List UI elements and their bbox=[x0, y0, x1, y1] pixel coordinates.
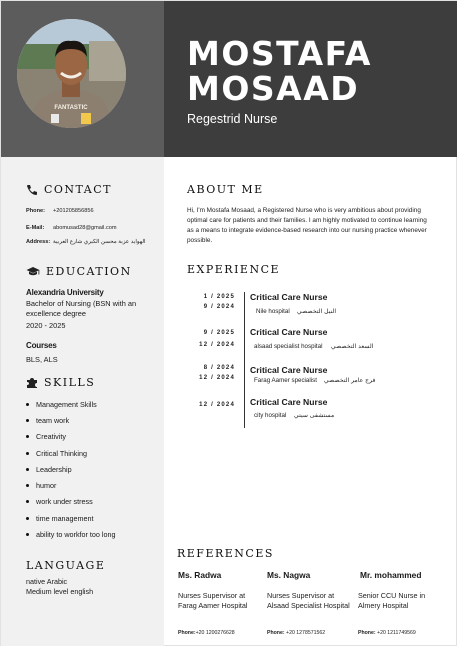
experience-title: Critical Care Nurse bbox=[250, 327, 328, 337]
experience-place-en: city hospital bbox=[254, 412, 287, 419]
about-heading-text: ABOUT ME bbox=[187, 183, 264, 196]
skill-item: time management bbox=[26, 510, 116, 526]
education-heading-text: EDUCATION bbox=[46, 265, 132, 278]
contact-heading: CONTACT bbox=[26, 183, 112, 196]
experience-place-ar: السعد التخصصي bbox=[331, 343, 374, 350]
contact-heading-text: CONTACT bbox=[44, 183, 112, 196]
last-name: MOSAAD bbox=[187, 69, 360, 108]
references-heading-text: REFERENCES bbox=[177, 547, 274, 560]
reference-description: Nurses Supervisor at Farag Aamer Hospita… bbox=[178, 591, 248, 610]
skills-heading: SKILLS bbox=[26, 376, 95, 389]
reference-name: Ms. Nagwa bbox=[267, 570, 311, 580]
language-native: native Arabic bbox=[26, 577, 68, 586]
about-heading: ABOUT ME bbox=[187, 183, 264, 196]
reference-phone: Phone: +20 1211749569 bbox=[358, 630, 416, 636]
phone-value[interactable]: +201205856856 bbox=[53, 208, 94, 214]
experience-heading-text: EXPERIENCE bbox=[187, 263, 281, 276]
timeline-line bbox=[244, 292, 245, 428]
experience-place-en: Farag Aamer specialist bbox=[254, 377, 317, 384]
experience-place-en: alsaad specialist hospital bbox=[254, 343, 323, 350]
reference-phone-value[interactable]: +20 1200276628 bbox=[196, 630, 235, 636]
skill-item: Critical Thinking bbox=[26, 445, 116, 461]
reference-phone-label: Phone: bbox=[358, 630, 376, 636]
experience-date-start: 8 / 2024 bbox=[203, 365, 235, 371]
reference-phone: Phone:+20 1200276628 bbox=[178, 630, 235, 636]
phone-label: Phone: bbox=[26, 208, 45, 214]
email-value[interactable]: abomusad28@gmail.com bbox=[53, 225, 117, 231]
references-heading: REFERENCES bbox=[177, 547, 274, 560]
experience-place-ar: النيل التخصصي bbox=[297, 308, 337, 315]
reference-phone: Phone: +20 1278571562 bbox=[267, 630, 325, 636]
education-school: Alexandria University bbox=[26, 288, 104, 297]
experience-date-end: 12 / 2024 bbox=[199, 342, 235, 348]
reference-phone-label: Phone: bbox=[267, 630, 285, 636]
reference-description: Senior CCU Nurse in Almery Hospital bbox=[358, 591, 426, 610]
experience-heading: EXPERIENCE bbox=[187, 263, 280, 276]
profile-photo: FANTASTIC bbox=[17, 19, 126, 128]
experience-title: Critical Care Nurse bbox=[250, 365, 328, 375]
email-label: E-Mail: bbox=[26, 225, 45, 231]
education-degree: Bachelor of Nursing (BSN with an excelle… bbox=[26, 299, 137, 318]
experience-date-start: 12 / 2024 bbox=[199, 402, 235, 408]
language-other: Medium level english bbox=[26, 587, 94, 596]
education-years: 2020 - 2025 bbox=[26, 321, 66, 330]
skill-item: Management Skills bbox=[26, 396, 116, 412]
skill-item: team work bbox=[26, 412, 116, 428]
experience-place-ar: مستشفى سيتي bbox=[294, 412, 335, 419]
language-heading-text: LANGUAGE bbox=[26, 559, 106, 572]
experience-date-end: 9 / 2024 bbox=[203, 304, 235, 310]
phone-icon bbox=[27, 184, 37, 195]
contact-address: Address: الهوايد عزبة محسن الكبري شارع ال… bbox=[26, 239, 146, 245]
skill-item: Creativity bbox=[26, 429, 116, 445]
skills-heading-text: SKILLS bbox=[44, 376, 96, 389]
reference-phone-value[interactable]: +20 1211749569 bbox=[377, 630, 416, 636]
experience-title: Critical Care Nurse bbox=[250, 292, 328, 302]
skill-item: work under stress bbox=[26, 494, 116, 510]
contact-email: E-Mail: abomusad28@gmail.com bbox=[26, 225, 117, 231]
experience-date-start: 9 / 2025 bbox=[203, 330, 235, 336]
skill-item: ability to workfor too long bbox=[26, 526, 116, 542]
experience-title: Critical Care Nurse bbox=[250, 397, 328, 407]
skill-item: Leadership bbox=[26, 461, 116, 477]
skill-item: humor bbox=[26, 477, 116, 493]
contact-phone: Phone: +201205856856 bbox=[26, 208, 94, 214]
experience-date-start: 1 / 2025 bbox=[203, 294, 235, 300]
language-heading: LANGUAGE bbox=[26, 559, 105, 572]
experience-date-end: 12 / 2024 bbox=[199, 375, 235, 381]
reference-phone-label: Phone: bbox=[178, 630, 196, 636]
resume-page: FANTASTIC MOSTAFA MOSAAD Regestrid Nurse… bbox=[0, 0, 457, 646]
experience-place-en: Nile hospital bbox=[256, 308, 290, 315]
svg-text:FANTASTIC: FANTASTIC bbox=[54, 105, 88, 111]
job-title: Regestrid Nurse bbox=[187, 112, 278, 126]
reference-phone-value[interactable]: +20 1278571562 bbox=[286, 630, 325, 636]
experience-place-ar: فرج عامر التخصصي bbox=[324, 377, 376, 384]
first-name: MOSTAFA bbox=[187, 34, 372, 73]
reference-description: Nurses Supervisor at Alsaad Specialist H… bbox=[267, 591, 350, 610]
graduation-cap-icon bbox=[26, 267, 40, 276]
about-text: Hi, I'm Mostafa Mosaad, a Registered Nur… bbox=[187, 207, 427, 244]
address-value: الهوايد عزبة محسن الكبري شارع العربية bbox=[53, 239, 146, 245]
reference-name: Mr. mohammed bbox=[360, 570, 422, 580]
education-heading: EDUCATION bbox=[26, 265, 132, 278]
reference-name: Ms. Radwa bbox=[178, 570, 222, 580]
skills-list: Management Skills team work Creativity C… bbox=[26, 396, 116, 543]
puzzle-icon bbox=[27, 377, 37, 388]
address-label: Address: bbox=[26, 239, 51, 245]
courses-heading: Courses bbox=[26, 341, 57, 350]
courses-value: BLS, ALS bbox=[26, 355, 58, 364]
